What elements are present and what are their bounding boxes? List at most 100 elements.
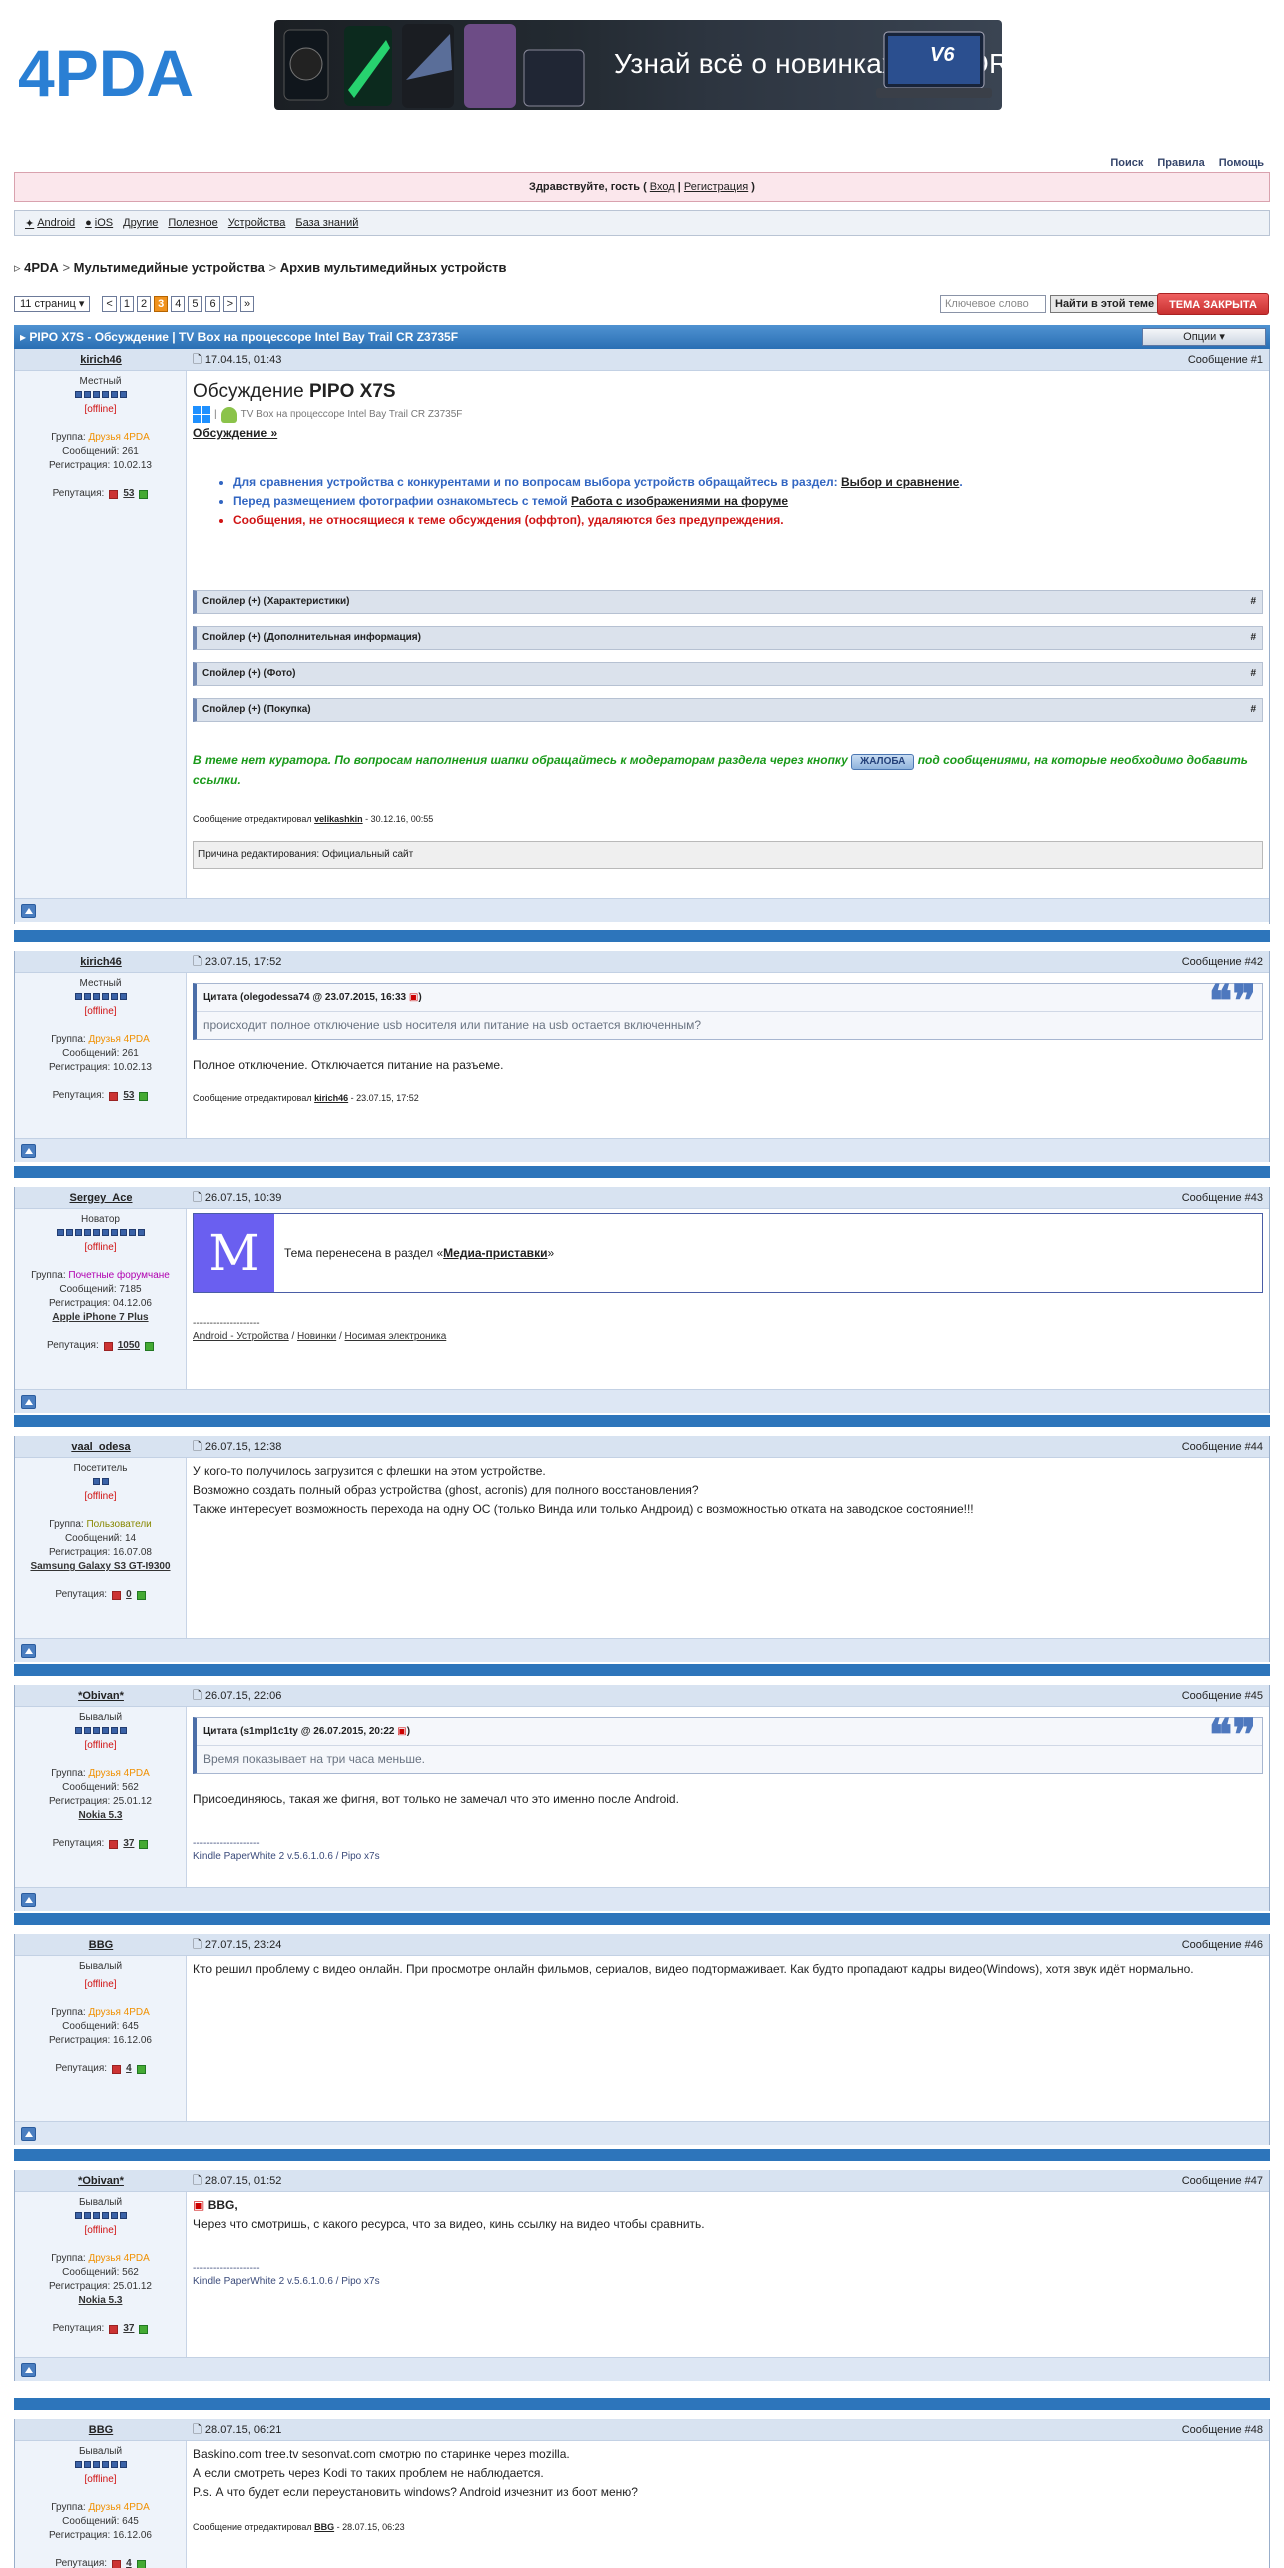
rep-plus-icon[interactable] (145, 1341, 154, 1351)
user-device[interactable]: Nokia 5.3 (15, 2294, 186, 2308)
advert-banner[interactable]: Узнай всё о новинках HONOR V6 (274, 20, 1002, 110)
post-username[interactable]: *Obivan* (15, 2170, 187, 2192)
page-2[interactable]: 2 (136, 296, 152, 312)
category-knowledge[interactable]: База знаний (295, 217, 358, 229)
quote-link-icon[interactable]: ▣ (397, 1726, 406, 1737)
rep-value[interactable]: 53 (123, 488, 134, 499)
post-username[interactable]: kirich46 (15, 349, 187, 371)
post-username[interactable]: kirich46 (15, 951, 187, 973)
rep-minus-icon[interactable] (112, 1590, 122, 1600)
rules-link[interactable]: Правила (1157, 157, 1204, 169)
post-number[interactable]: Сообщение #43 (1182, 1187, 1263, 1209)
editor-link[interactable]: BBG (314, 2522, 334, 2532)
post-number[interactable]: Сообщение #46 (1182, 1934, 1263, 1956)
post-username[interactable]: vaal_odesa (15, 1436, 187, 1458)
breadcrumb-archive[interactable]: Архив мультимедийных устройств (280, 260, 507, 275)
rep-plus-icon[interactable] (139, 1091, 149, 1101)
topic-search-button[interactable]: Найти в этой теме (1050, 295, 1160, 313)
spoiler-extra[interactable]: Спойлер (+) (Дополнительная информация) # (193, 626, 1263, 650)
spoiler-photo[interactable]: Спойлер (+) (Фото) # (193, 662, 1263, 686)
post-username[interactable]: Sergey_Ace (15, 1187, 187, 1209)
category-other[interactable]: Другие (123, 217, 158, 229)
rep-plus-icon[interactable] (139, 489, 149, 499)
page-prev[interactable]: < (102, 296, 117, 312)
editor-link[interactable]: velikashkin (314, 814, 363, 824)
spoiler-buy[interactable]: Спойлер (+) (Покупка) # (193, 698, 1263, 722)
user-device[interactable]: Samsung Galaxy S3 GT-I9300 (15, 1560, 186, 1574)
rep-minus-icon[interactable] (109, 1839, 119, 1849)
post-username[interactable]: BBG (15, 1934, 187, 1956)
post-footer (15, 1887, 1269, 1911)
page-1[interactable]: 1 (119, 296, 134, 312)
rep-value[interactable]: 0 (126, 1589, 132, 1600)
mention[interactable]: ▣ BBG, (193, 2196, 1263, 2215)
rep-minus-icon[interactable] (112, 2064, 122, 2074)
rep-minus-icon[interactable] (109, 2324, 119, 2334)
page-5[interactable]: 5 (188, 296, 203, 312)
rep-value[interactable]: 4 (126, 2558, 132, 2568)
topic-search-input[interactable]: Ключевое слово (940, 295, 1046, 313)
editor-link[interactable]: kirich46 (314, 1093, 348, 1103)
login-link[interactable]: Вход (650, 181, 675, 193)
page-next[interactable]: > (222, 296, 237, 312)
rep-plus-icon[interactable] (136, 2559, 146, 2568)
sig-link[interactable]: Android - Устройства (193, 1331, 289, 1342)
quote-link-icon[interactable]: ▣ (409, 992, 418, 1003)
rep-plus-icon[interactable] (139, 2324, 149, 2334)
report-button[interactable]: ЖАЛОБА (851, 754, 915, 770)
rep-plus-icon[interactable] (136, 1590, 146, 1600)
rep-minus-icon[interactable] (109, 489, 119, 499)
compare-link[interactable]: Выбор и сравнение (841, 475, 959, 489)
category-devices[interactable]: Устройства (228, 217, 286, 229)
pages-dropdown[interactable]: 11 страниц ▾ (14, 296, 91, 312)
post-username[interactable]: BBG (15, 2419, 187, 2441)
page-last[interactable]: » (240, 296, 255, 312)
help-link[interactable]: Помощь (1219, 157, 1264, 169)
rep-minus-icon[interactable] (109, 1091, 119, 1101)
rep-plus-icon[interactable] (136, 2064, 146, 2074)
post-number[interactable]: Сообщение #42 (1182, 951, 1263, 973)
register-link[interactable]: Регистрация (684, 181, 748, 193)
sig-link[interactable]: Носимая электроника (345, 1331, 447, 1342)
images-link[interactable]: Работа с изображениями на форуме (571, 494, 788, 508)
scroll-up-icon[interactable] (21, 2363, 36, 2377)
spoiler-specs[interactable]: Спойлер (+) (Характеристики) # (193, 590, 1263, 614)
sig-link[interactable]: Новинки (297, 1331, 336, 1342)
scroll-up-icon[interactable] (21, 1395, 36, 1409)
options-button[interactable]: Опции ▾ (1142, 328, 1266, 346)
category-ios[interactable]: ● iOS (85, 217, 113, 229)
moved-section-link[interactable]: Медиа-приставки (443, 1246, 547, 1260)
page-6[interactable]: 6 (205, 296, 220, 312)
rep-minus-icon[interactable] (103, 1341, 113, 1351)
scroll-up-icon[interactable] (21, 1893, 36, 1907)
site-logo[interactable]: 4PDA (18, 36, 223, 110)
post-number[interactable]: Сообщение #44 (1182, 1436, 1263, 1458)
category-android[interactable]: ✦ Android (25, 217, 75, 230)
rep-plus-icon[interactable] (139, 1839, 149, 1849)
rep-value[interactable]: 1050 (118, 1340, 140, 1351)
breadcrumb-multimedia[interactable]: Мультимедийные устройства (74, 260, 265, 275)
topic-closed-button[interactable]: ТЕМА ЗАКРЫТА (1157, 293, 1269, 315)
scroll-up-icon[interactable] (21, 2127, 36, 2141)
user-device[interactable]: Apple iPhone 7 Plus (15, 1311, 186, 1325)
scroll-up-icon[interactable] (21, 904, 36, 918)
user-device[interactable]: Nokia 5.3 (15, 1809, 186, 1823)
rep-value[interactable]: 37 (123, 1838, 134, 1849)
post-number[interactable]: Сообщение #1 (1188, 349, 1263, 371)
rep-minus-icon[interactable] (112, 2559, 122, 2568)
post-number[interactable]: Сообщение #47 (1182, 2170, 1263, 2192)
search-link[interactable]: Поиск (1110, 157, 1143, 169)
post-number[interactable]: Сообщение #45 (1182, 1685, 1263, 1707)
rep-value[interactable]: 37 (123, 2323, 134, 2334)
user-info: Местный [offline] Группа: Друзья 4PDA Со… (15, 371, 187, 898)
scroll-up-icon[interactable] (21, 1144, 36, 1158)
category-useful[interactable]: Полезное (168, 217, 217, 229)
scroll-up-icon[interactable] (21, 1644, 36, 1658)
page-4[interactable]: 4 (171, 296, 186, 312)
post-number[interactable]: Сообщение #48 (1182, 2419, 1263, 2441)
rep-value[interactable]: 4 (126, 2063, 132, 2074)
post-username[interactable]: *Obivan* (15, 1685, 187, 1707)
breadcrumb-home[interactable]: 4PDA (24, 260, 59, 275)
discussion-link[interactable]: Обсуждение » (193, 424, 1263, 443)
rep-value[interactable]: 53 (123, 1090, 134, 1101)
